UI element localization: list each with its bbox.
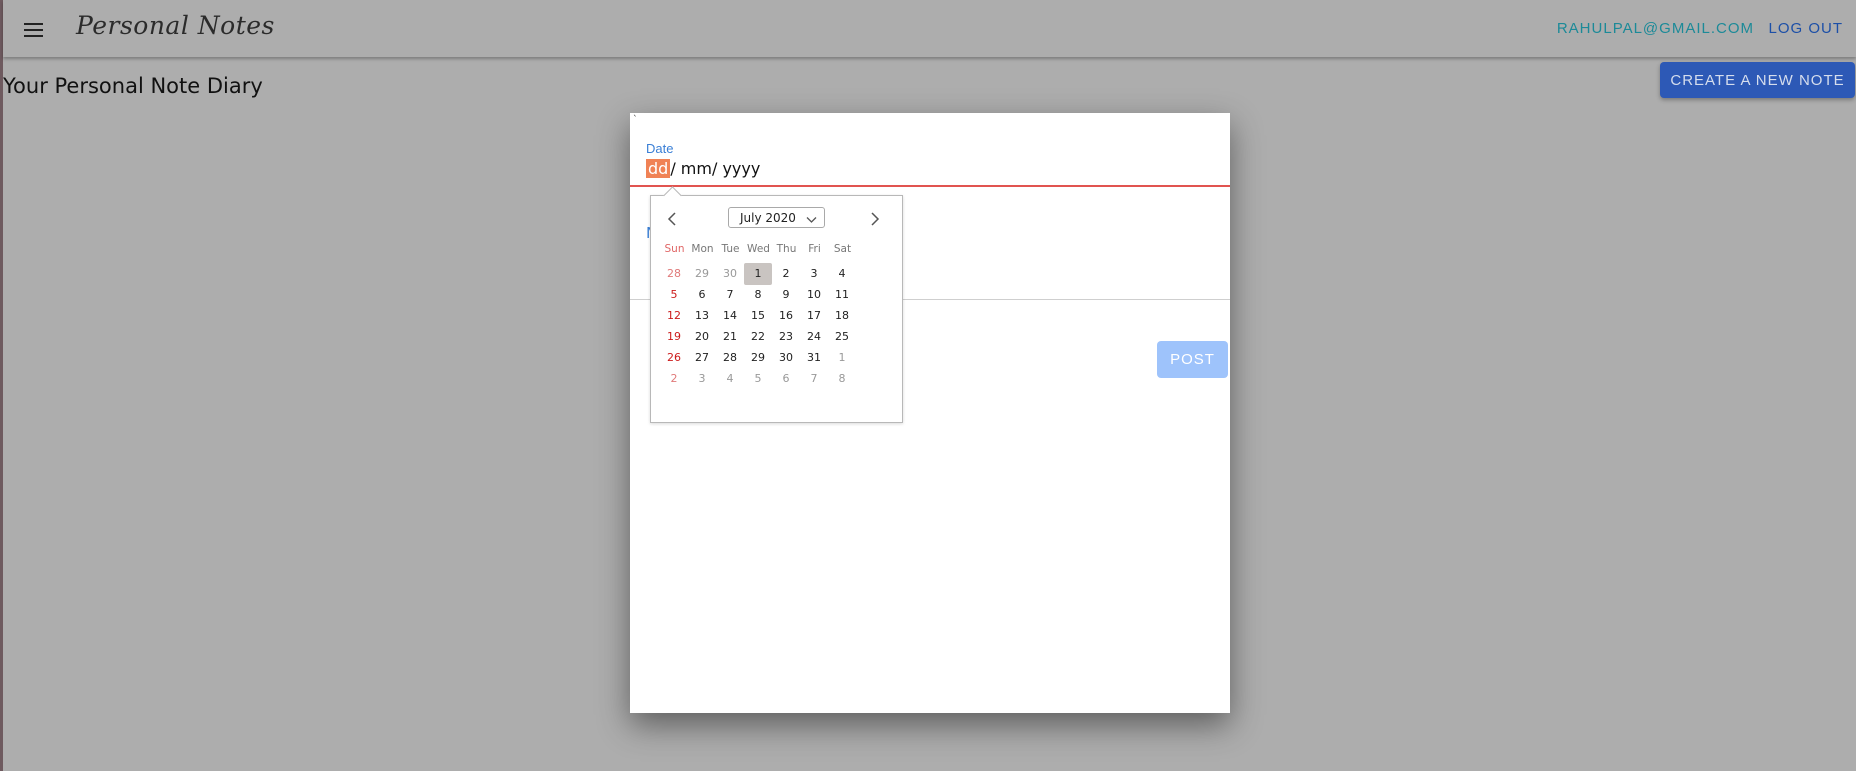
chevron-down-icon	[806, 213, 817, 227]
calendar-day[interactable]: 18	[828, 305, 856, 327]
date-input[interactable]: dd / mm/ yyyy	[646, 159, 760, 178]
calendar-day[interactable]: 30	[716, 263, 744, 285]
calendar-day[interactable]: 21	[716, 326, 744, 348]
popup-pointer	[663, 186, 682, 205]
calendar-day[interactable]: 17	[800, 305, 828, 327]
month-year-select[interactable]: July 2020	[728, 207, 825, 228]
calendar-day[interactable]: 19	[660, 326, 688, 348]
calendar-day[interactable]: 25	[828, 326, 856, 348]
calendar-day[interactable]: 31	[800, 347, 828, 369]
calendar-day[interactable]: 5	[744, 368, 772, 390]
date-day-segment[interactable]: dd	[646, 159, 671, 178]
calendar-day[interactable]: 28	[660, 263, 688, 285]
calendar-day[interactable]: 8	[744, 284, 772, 306]
calendar-day[interactable]: 10	[800, 284, 828, 306]
calendar-day-selected[interactable]: 1	[744, 263, 772, 285]
calendar-day[interactable]: 12	[660, 305, 688, 327]
chevron-left-icon[interactable]	[663, 209, 683, 229]
app-brand: Personal Notes	[76, 11, 275, 40]
calendar-day[interactable]: 29	[744, 347, 772, 369]
app-bar: Personal Notes RAHULPAL@GMAIL.COM LOG OU…	[3, 0, 1856, 57]
date-separator: /	[670, 159, 676, 178]
calendar-day[interactable]: 14	[716, 305, 744, 327]
weekday-label: Sat	[833, 243, 852, 255]
calendar-day[interactable]: 6	[688, 284, 716, 306]
calendar-day[interactable]: 13	[688, 305, 716, 327]
calendar-day[interactable]: 9	[772, 284, 800, 306]
calendar-day[interactable]: 26	[660, 347, 688, 369]
calendar-day[interactable]: 3	[800, 263, 828, 285]
calendar-day[interactable]: 30	[772, 347, 800, 369]
logout-button[interactable]: LOG OUT	[1768, 20, 1843, 37]
date-field-underline	[630, 185, 1230, 187]
calendar-day[interactable]: 7	[716, 284, 744, 306]
calendar-day[interactable]: 22	[744, 326, 772, 348]
calendar-day[interactable]: 5	[660, 284, 688, 306]
calendar-day[interactable]: 20	[688, 326, 716, 348]
calendar-day[interactable]: 16	[772, 305, 800, 327]
user-email: RAHULPAL@GMAIL.COM	[1556, 20, 1754, 37]
date-separator: /	[711, 159, 718, 178]
date-year-segment[interactable]: yyyy	[722, 159, 760, 178]
post-button[interactable]: POST	[1157, 341, 1228, 378]
calendar-day[interactable]: 11	[828, 284, 856, 306]
date-month-segment[interactable]: mm	[681, 159, 712, 178]
calendar-day[interactable]: 4	[828, 263, 856, 285]
calendar-day[interactable]: 2	[772, 263, 800, 285]
stray-tick-mark: `	[633, 115, 638, 125]
calendar-day[interactable]: 4	[716, 368, 744, 390]
window-left-edge	[0, 0, 3, 771]
hamburger-menu-icon[interactable]	[20, 16, 48, 44]
create-note-button[interactable]: CREATE A NEW NOTE	[1660, 62, 1855, 98]
calendar-day[interactable]: 15	[744, 305, 772, 327]
calendar-day[interactable]: 1	[828, 347, 856, 369]
new-note-dialog: ` Date dd/ mm/ yyyy N POST July 2020 Sun…	[630, 113, 1230, 713]
calendar-day[interactable]: 27	[688, 347, 716, 369]
calendar-day[interactable]: 23	[772, 326, 800, 348]
calendar-day[interactable]: 3	[688, 368, 716, 390]
calendar-day[interactable]: 6	[772, 368, 800, 390]
date-field-label: Date	[646, 141, 674, 156]
chevron-right-icon[interactable]	[864, 209, 884, 229]
month-year-value: July 2020	[740, 211, 796, 225]
calendar-day[interactable]: 29	[688, 263, 716, 285]
calendar-day[interactable]: 2	[660, 368, 688, 390]
page-title: Your Personal Note Diary	[3, 74, 263, 98]
calendar-day[interactable]: 24	[800, 326, 828, 348]
calendar-day[interactable]: 7	[800, 368, 828, 390]
calendar-day[interactable]: 8	[828, 368, 856, 390]
calendar-day[interactable]: 28	[716, 347, 744, 369]
date-picker-popup: July 2020 Sun Mon Tue Wed Thu Fri Sat 28 29 30 1 2…	[650, 186, 903, 423]
